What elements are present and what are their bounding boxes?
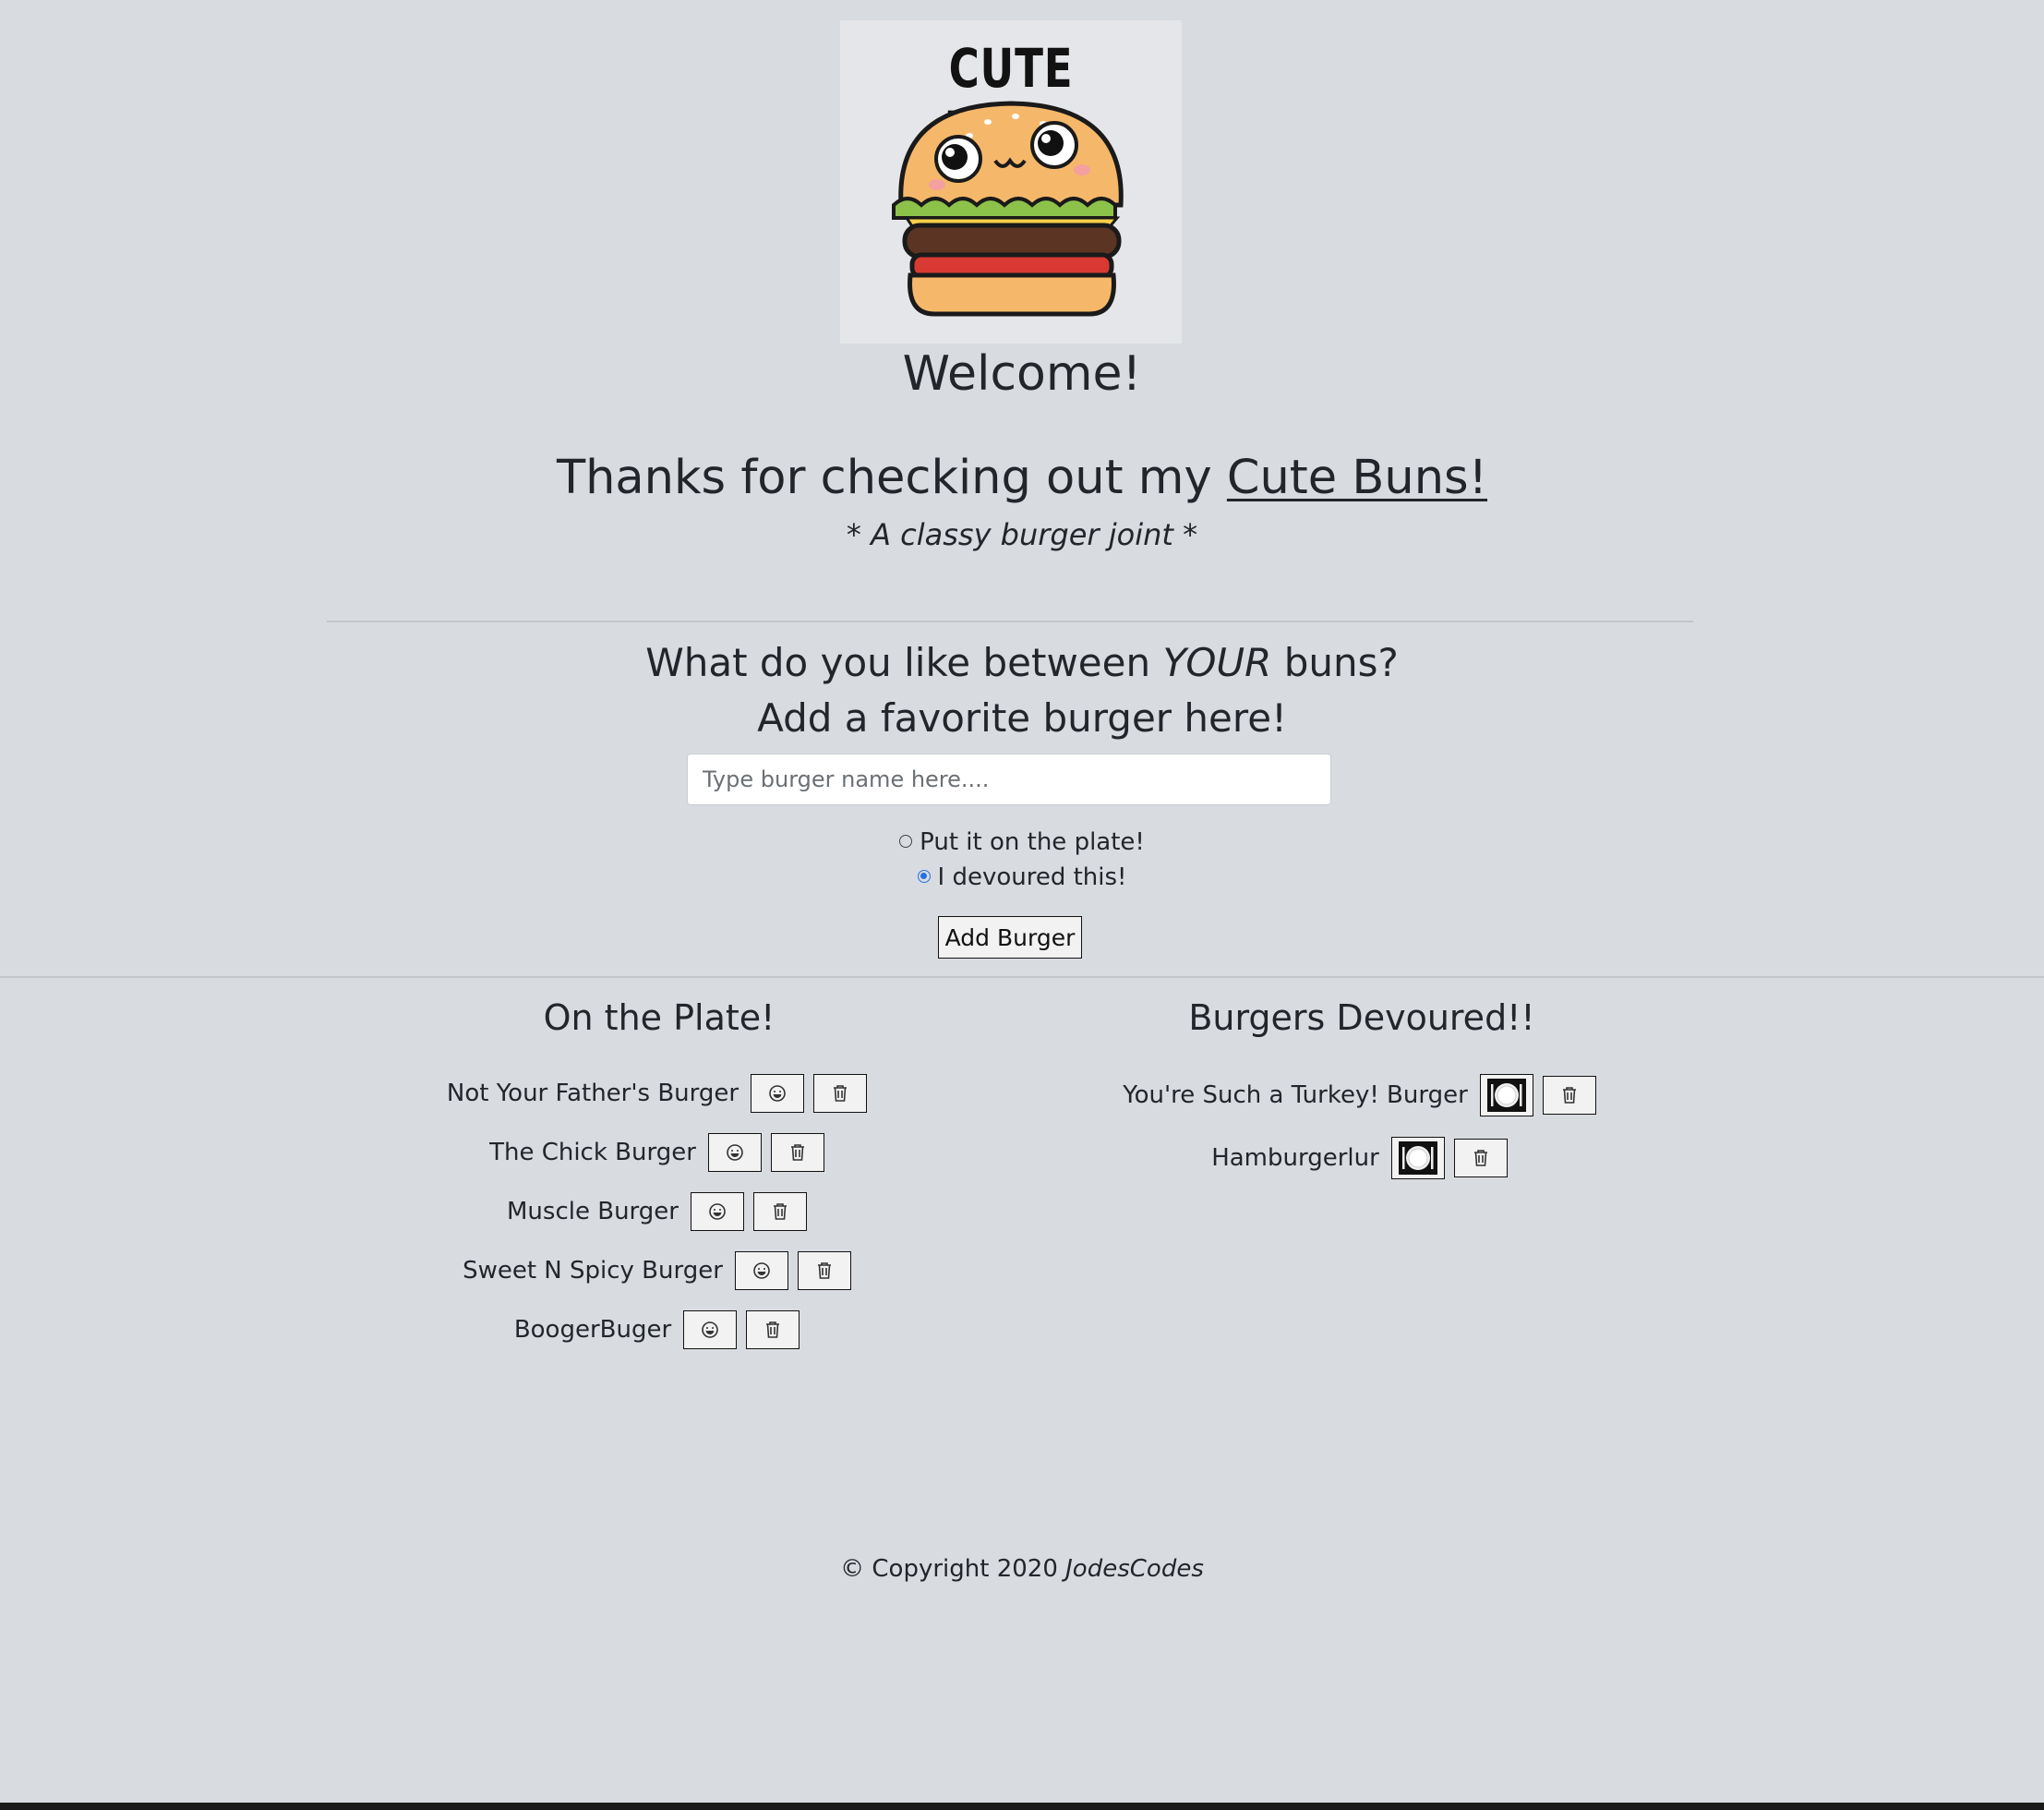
trash-icon [817,1262,831,1279]
plate-button[interactable] [1390,1137,1445,1179]
radio-label: I devoured this! [937,863,1127,891]
grin-icon [702,1321,718,1338]
cute-buns-logo: CUTE BUNS [840,20,1182,344]
on-the-plate-heading: On the Plate! [543,997,776,1038]
trash-icon [790,1144,804,1161]
trash-icon [766,1321,780,1338]
grin-icon [709,1203,726,1220]
cute-buns-name: Cute Buns! [1226,451,1488,505]
delete-button[interactable] [770,1133,824,1172]
bottom-edge-bar [0,1803,2044,1810]
trash-icon [1562,1087,1576,1104]
plate-icon [1398,1141,1437,1175]
question-prefix: What do you like between [645,640,1163,685]
grin-icon [753,1262,770,1279]
burger-name: Muscle Burger [507,1198,679,1225]
grin-icon [769,1085,786,1102]
burger-illustration [892,101,1124,317]
question-emphasis: YOUR [1162,640,1272,685]
devoured-list: You're Such a Turkey! Burger Hamburgerlu… [1085,1064,1639,1189]
burger-name: Not Your Father's Burger [446,1080,739,1107]
author-name: JodesCodes [1065,1555,1204,1583]
devour-button[interactable] [751,1074,805,1113]
radio-button[interactable] [899,834,913,848]
add-burger-button[interactable]: Add Burger [938,916,1082,959]
list-item: Muscle Burger [382,1182,936,1241]
radio-button-selected[interactable] [917,869,931,883]
list-item: Not Your Father's Burger [382,1064,936,1123]
copyright-text: © Copyright 2020 [840,1555,1058,1583]
list-item: You're Such a Turkey! Burger [1085,1064,1639,1127]
trash-icon [1473,1150,1487,1166]
delete-button[interactable] [813,1074,868,1113]
list-item: The Chick Burger [382,1123,936,1182]
burger-name: BoogerBuger [513,1316,672,1344]
burger-name-input[interactable] [687,754,1331,805]
devour-button[interactable] [683,1310,738,1349]
list-item: BoogerBuger [382,1300,936,1359]
divider [0,976,2044,978]
delete-button[interactable] [1542,1076,1596,1115]
plate-list: Not Your Father's Burger The Chick Burge… [382,1064,936,1359]
trash-icon [773,1203,787,1220]
question-suffix: buns? [1271,640,1399,685]
burger-name: The Chick Burger [489,1139,696,1166]
trash-icon [834,1085,848,1102]
thanks-text: Thanks for checking out my [556,451,1227,505]
radio-put-on-plate[interactable]: Put it on the plate! [0,828,2044,856]
list-item: Sweet N Spicy Burger [382,1241,936,1300]
divider [327,621,1693,622]
burgers-devoured-heading: Burgers Devoured!! [1188,997,1535,1038]
delete-button[interactable] [746,1310,800,1349]
delete-button[interactable] [1453,1139,1508,1177]
delete-button[interactable] [797,1251,851,1290]
welcome-heading: Welcome! [902,346,1142,402]
form-subtitle: Add a favorite burger here! [757,695,1287,741]
plate-icon [1486,1079,1526,1112]
plate-button[interactable] [1479,1074,1533,1116]
delete-button[interactable] [752,1192,807,1231]
tagline: * A classy burger joint * [846,517,1198,552]
burger-name: Sweet N Spicy Burger [463,1257,723,1285]
devour-button[interactable] [707,1133,762,1172]
burger-name: Hamburgerlur [1211,1144,1379,1172]
form-question: What do you like between YOUR buns? [0,640,2044,685]
burger-name: You're Such a Turkey! Burger [1123,1081,1468,1109]
radio-label: Put it on the plate! [920,828,1145,856]
copyright-footer: © Copyright 2020 JodesCodes [0,1555,2044,1583]
radio-devoured[interactable]: I devoured this! [0,863,2044,891]
devour-button[interactable] [734,1251,788,1290]
grin-icon [727,1144,743,1161]
devour-button[interactable] [690,1192,744,1231]
list-item: Hamburgerlur [1085,1127,1639,1189]
thanks-heading: Thanks for checking out my Cute Buns! [0,451,2044,505]
